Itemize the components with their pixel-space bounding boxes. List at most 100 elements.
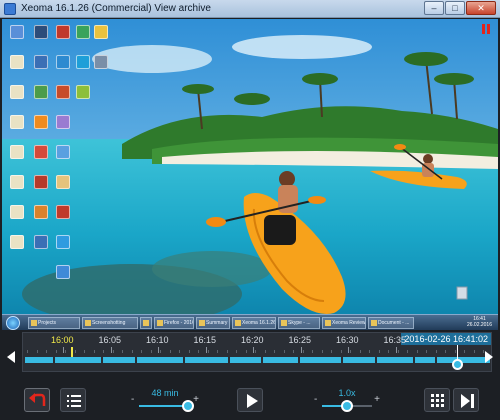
document-icon[interactable] <box>10 175 24 189</box>
timeline-time-label: 16:05 <box>98 335 122 345</box>
program-icon[interactable] <box>34 85 48 99</box>
program-icon[interactable] <box>56 205 70 219</box>
maximize-button[interactable]: □ <box>445 1 465 15</box>
window-controls: – □ ✕ <box>424 1 496 15</box>
program-icon[interactable] <box>34 25 48 39</box>
document-icon[interactable] <box>10 85 24 99</box>
playback-controls: 48 min - + 1.0x - + <box>0 378 500 420</box>
program-icon[interactable] <box>34 55 48 69</box>
timeline-minor-tick <box>369 350 370 353</box>
document-icon[interactable] <box>10 115 24 129</box>
timeline-minor-tick <box>435 350 437 353</box>
captured-task-item: Projects <box>28 317 80 329</box>
program-icon[interactable] <box>94 55 108 69</box>
timeline-minor-tick <box>207 350 209 353</box>
program-icon[interactable] <box>56 115 70 129</box>
timeline-minor-tick <box>112 350 114 353</box>
duration-track[interactable] <box>139 400 195 412</box>
timeline-minor-tick <box>350 350 351 353</box>
timeline-minor-tick <box>226 350 228 353</box>
play-button[interactable] <box>237 388 263 412</box>
timeline-time-label: 16:30 <box>336 335 359 345</box>
timeline-minor-tick <box>65 350 66 353</box>
duration-knob[interactable] <box>182 400 195 412</box>
duration-fill <box>139 405 189 407</box>
skype-icon[interactable] <box>56 235 70 249</box>
duration-decrease-button[interactable]: - <box>131 394 134 405</box>
close-button[interactable]: ✕ <box>466 1 496 15</box>
captured-task-item <box>140 317 152 329</box>
timeline-minor-tick <box>483 350 484 353</box>
timeline-minor-tick <box>359 350 361 353</box>
triangle-left-icon[interactable] <box>7 351 15 363</box>
archive-video-viewport[interactable]: Projects Screenshotting Firefox - 2016..… <box>2 19 498 330</box>
timeline-minor-tick <box>378 350 380 353</box>
playhead-handle[interactable] <box>452 359 464 370</box>
program-icon[interactable] <box>76 85 90 99</box>
program-icon[interactable] <box>56 55 70 69</box>
timeline-time-label: 16:10 <box>146 335 169 345</box>
start-orb-icon <box>6 316 20 330</box>
document-icon[interactable] <box>10 205 24 219</box>
speed-slider[interactable]: 1.0x - + <box>314 388 380 414</box>
timeline-minor-tick <box>331 350 332 353</box>
window-title: Xeoma 16.1.26 (Commercial) View archive <box>21 3 211 14</box>
document-icon[interactable] <box>10 145 24 159</box>
program-icon[interactable] <box>34 205 48 219</box>
timeline-minor-tick <box>217 350 218 353</box>
program-icon[interactable] <box>56 265 70 279</box>
chrome-icon[interactable] <box>94 25 108 39</box>
program-icon[interactable] <box>34 145 48 159</box>
timeline-track[interactable]: 2016-02-26 16:41:02 16:00 16:05 16:10 16:15… <box>22 332 492 372</box>
camera-grid-button[interactable] <box>424 388 450 412</box>
duration-increase-button[interactable]: + <box>193 394 199 405</box>
timeline-minor-tick <box>255 350 256 353</box>
app-icon[interactable] <box>76 25 90 39</box>
computer-icon[interactable] <box>10 25 24 39</box>
archive-list-button[interactable] <box>60 388 86 412</box>
recorded-segment-bar[interactable] <box>25 357 490 363</box>
timeline-minor-tick <box>179 350 180 353</box>
timeline-minor-tick <box>426 350 427 353</box>
timeline-minor-tick <box>93 350 95 353</box>
timeline-minor-tick <box>245 350 247 353</box>
vlc-icon[interactable] <box>34 115 48 129</box>
timeline-minor-tick <box>302 350 304 353</box>
timeline-minor-tick <box>416 350 418 353</box>
speed-increase-button[interactable]: + <box>374 394 380 405</box>
timeline-major-tick <box>348 347 349 353</box>
program-icon[interactable] <box>56 145 70 159</box>
speed-track[interactable] <box>322 400 372 412</box>
timeline-minor-tick <box>445 350 446 353</box>
speed-decrease-button[interactable]: - <box>314 394 317 405</box>
pause-icon[interactable] <box>482 24 490 34</box>
folder-icon[interactable] <box>56 175 70 189</box>
timeline-minor-tick <box>150 350 152 353</box>
duration-value: 48 min <box>151 388 179 398</box>
timeline-major-tick <box>300 347 302 353</box>
timeline-time-label: 16:20 <box>241 335 264 345</box>
timeline-minor-tick <box>293 350 294 353</box>
speed-knob[interactable] <box>341 400 353 412</box>
captured-task-item: Screenshotting <box>82 317 138 329</box>
timeline-minor-tick <box>74 350 76 353</box>
skip-to-end-button[interactable] <box>453 388 479 412</box>
minimize-button[interactable]: – <box>424 1 444 15</box>
duration-slider[interactable]: 48 min - + <box>131 388 199 414</box>
timeline-minor-tick <box>397 350 399 353</box>
program-icon[interactable] <box>56 85 70 99</box>
document-icon[interactable] <box>10 235 24 249</box>
return-button[interactable] <box>24 388 50 412</box>
triangle-right-icon[interactable] <box>485 351 493 363</box>
timeline-minor-tick <box>55 350 57 353</box>
pdf-icon[interactable] <box>56 25 70 39</box>
xeoma-camera-icon <box>4 3 16 15</box>
timeline-minor-tick <box>169 350 171 353</box>
program-icon[interactable] <box>76 55 90 69</box>
timeline-minor-tick <box>27 350 28 353</box>
timeline-gap <box>298 357 300 363</box>
timeline-minor-tick <box>388 350 389 353</box>
program-icon[interactable] <box>34 235 48 249</box>
document-icon[interactable] <box>10 55 24 69</box>
antivirus-icon[interactable] <box>34 175 48 189</box>
